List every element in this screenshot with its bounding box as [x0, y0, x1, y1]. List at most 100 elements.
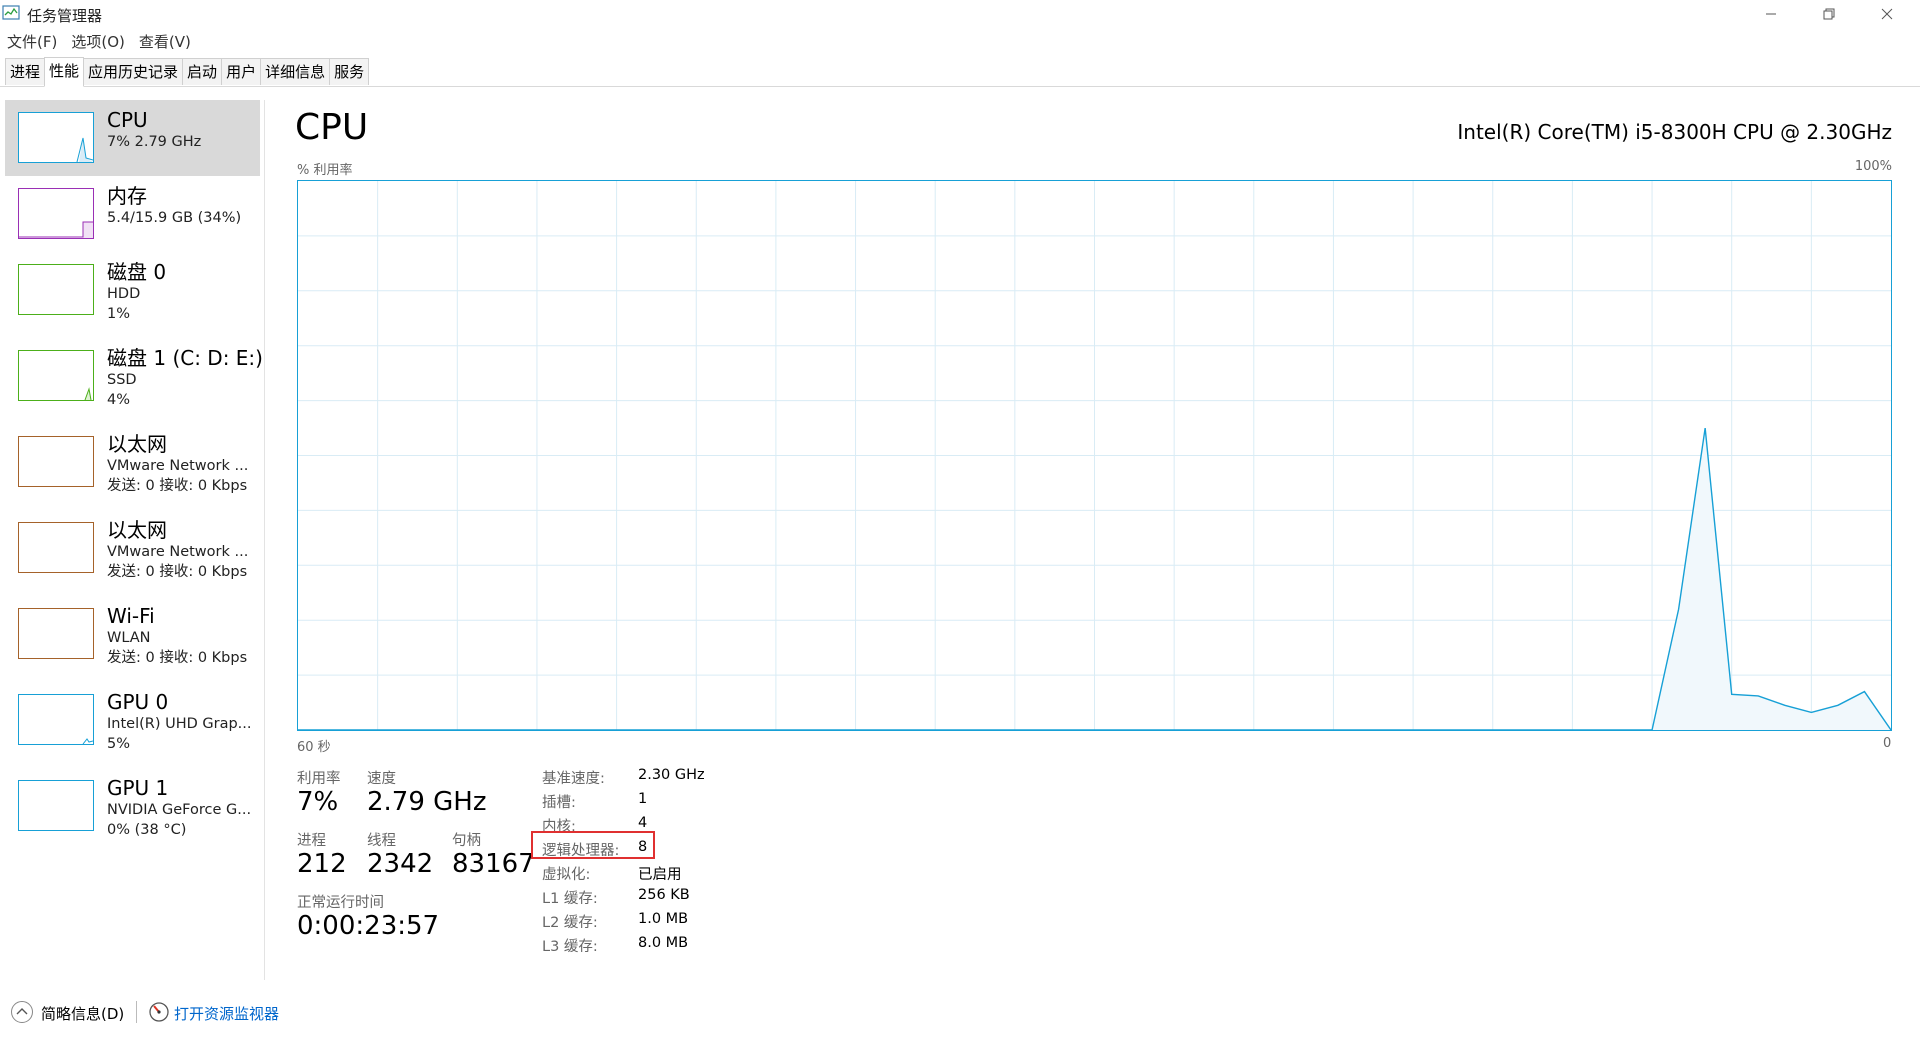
detail-value-l1-cache: 256 KB [638, 887, 690, 903]
sidebar-item-sub: 发送: 0 接收: 0 Kbps [107, 478, 248, 494]
sidebar-item-sub: 1% [107, 306, 131, 322]
footer-bar: 简略信息(D) 打开资源监视器 [0, 996, 1920, 1028]
sidebar-item-sub: WLAN [107, 630, 151, 646]
sidebar-item-sub: NVIDIA GeForce G... [107, 802, 252, 818]
detail-key-base-speed: 基准速度: [542, 771, 605, 787]
detail-value-cores: 4 [638, 815, 648, 831]
sidebar-item-gpu-0[interactable]: GPU 0 Intel(R) UHD Grap... 5% [5, 682, 260, 758]
wifi-thumbnail-graph [18, 608, 94, 659]
sidebar-item-sub: VMware Network ... [107, 458, 249, 474]
gpu-1-thumbnail-graph [18, 780, 94, 831]
uptime-label: 正常运行时间 [297, 895, 384, 911]
detail-key-sockets: 插槽: [542, 795, 576, 811]
memory-thumbnail-graph [18, 188, 94, 239]
tab-performance[interactable]: 性能 [44, 57, 85, 87]
uptime-value: 0:00:23:57 [297, 911, 440, 941]
tab-app-history[interactable]: 应用历史记录 [83, 58, 184, 85]
sidebar-item-title: GPU 1 [107, 776, 169, 800]
cpu-thumbnail-graph [18, 112, 94, 163]
title-bar: 任务管理器 [0, 0, 1920, 28]
utilization-label: 利用率 [297, 771, 341, 787]
detail-key-virtualization: 虚拟化: [542, 867, 591, 883]
sidebar-item-sub: HDD [107, 286, 141, 302]
tab-users[interactable]: 用户 [221, 58, 262, 85]
cpu-usage-chart [298, 181, 1891, 730]
sidebar-item-sub: 发送: 0 接收: 0 Kbps [107, 564, 248, 580]
detail-value-base-speed: 2.30 GHz [638, 767, 705, 783]
detail-key-l1-cache: L1 缓存: [542, 891, 598, 907]
open-resource-monitor-link[interactable]: 打开资源监视器 [174, 1003, 279, 1024]
task-manager-icon [2, 5, 20, 20]
menu-bar: 文件(F) 选项(O) 查看(V) [0, 30, 198, 54]
sidebar-item-sub: 7% 2.79 GHz [107, 134, 202, 150]
sidebar-item-title: GPU 0 [107, 690, 169, 714]
disk-1-thumbnail-graph [18, 350, 94, 401]
sidebar-item-disk-1[interactable]: 磁盘 1 (C: D: E:) SSD 4% [5, 338, 263, 414]
speed-label: 速度 [367, 771, 396, 787]
x-axis-right-label: 0 [1883, 736, 1892, 751]
sidebar-item-sub: Intel(R) UHD Grap... [107, 716, 252, 732]
handles-label: 句柄 [452, 833, 481, 849]
handles-value: 83167 [452, 849, 535, 879]
speed-value: 2.79 GHz [367, 787, 487, 817]
ethernet-thumbnail-graph [18, 522, 94, 573]
detail-value-sockets: 1 [638, 791, 648, 807]
processes-label: 进程 [297, 833, 326, 849]
tab-processes[interactable]: 进程 [5, 58, 46, 85]
y-axis-max-label: 100% [1854, 159, 1892, 174]
detail-key-l2-cache: L2 缓存: [542, 915, 598, 931]
sidebar-item-gpu-1[interactable]: GPU 1 NVIDIA GeForce G... 0% (38 °C) [5, 768, 260, 844]
sidebar-item-sub: VMware Network ... [107, 544, 249, 560]
tab-startup[interactable]: 启动 [182, 58, 223, 85]
cpu-usage-graph [297, 180, 1892, 731]
close-button[interactable] [1858, 0, 1916, 28]
tab-strip: 进程 性能 应用历史记录 启动 用户 详细信息 服务 [0, 57, 1920, 87]
restore-button[interactable] [1800, 0, 1858, 28]
menu-view[interactable]: 查看(V) [132, 30, 198, 54]
minimize-button[interactable] [1742, 0, 1800, 28]
footer-separator [136, 1001, 137, 1023]
processes-value: 212 [297, 849, 347, 879]
highlight-annotation-box [531, 831, 655, 859]
tab-details[interactable]: 详细信息 [260, 58, 331, 85]
x-axis-left-label: 60 秒 [297, 740, 331, 755]
sidebar-item-memory[interactable]: 内存 5.4/15.9 GB (34%) [5, 176, 260, 252]
detail-value-l3-cache: 8.0 MB [638, 935, 689, 951]
sidebar-item-title: 磁盘 1 (C: D: E:) [107, 346, 263, 370]
detail-value-virtualization: 已启用 [638, 867, 682, 883]
sidebar-item-title: CPU [107, 108, 148, 132]
sidebar-item-ethernet-2[interactable]: 以太网 VMware Network ... 发送: 0 接收: 0 Kbps [5, 510, 260, 586]
resource-sidebar: CPU 7% 2.79 GHz 内存 5.4/15.9 GB (34%) 磁盘 … [0, 100, 265, 980]
y-axis-label: % 利用率 [297, 163, 353, 178]
restore-icon [1823, 8, 1835, 20]
sidebar-item-sub: SSD [107, 372, 137, 388]
fewer-details-button[interactable]: 简略信息(D) [41, 1003, 124, 1024]
detail-value-l2-cache: 1.0 MB [638, 911, 689, 927]
threads-value: 2342 [367, 849, 434, 879]
sidebar-item-cpu[interactable]: CPU 7% 2.79 GHz [5, 100, 260, 176]
window-title: 任务管理器 [27, 7, 103, 25]
sidebar-item-wifi[interactable]: Wi-Fi WLAN 发送: 0 接收: 0 Kbps [5, 596, 260, 672]
ethernet-thumbnail-graph [18, 436, 94, 487]
disk-0-thumbnail-graph [18, 264, 94, 315]
sidebar-item-title: Wi-Fi [107, 604, 155, 628]
chevron-up-icon[interactable] [10, 1000, 34, 1024]
menu-options[interactable]: 选项(O) [64, 30, 132, 54]
tab-services[interactable]: 服务 [329, 58, 370, 85]
sidebar-item-disk-0[interactable]: 磁盘 0 HDD 1% [5, 252, 260, 328]
sidebar-item-sub: 0% (38 °C) [107, 822, 187, 838]
sidebar-item-title: 以太网 [107, 432, 167, 456]
threads-label: 线程 [367, 833, 396, 849]
sidebar-item-sub: 5% [107, 736, 131, 752]
close-icon [1881, 8, 1893, 20]
page-title: CPU [295, 107, 369, 148]
minimize-icon [1766, 13, 1776, 15]
resource-monitor-icon[interactable] [148, 1001, 170, 1023]
menu-file[interactable]: 文件(F) [0, 30, 64, 54]
sidebar-item-ethernet-1[interactable]: 以太网 VMware Network ... 发送: 0 接收: 0 Kbps [5, 424, 260, 500]
sidebar-item-title: 以太网 [107, 518, 167, 542]
sidebar-item-sub: 5.4/15.9 GB (34%) [107, 210, 242, 226]
sidebar-item-sub: 4% [107, 392, 131, 408]
sidebar-item-title: 内存 [107, 184, 147, 208]
sidebar-item-sub: 发送: 0 接收: 0 Kbps [107, 650, 248, 666]
